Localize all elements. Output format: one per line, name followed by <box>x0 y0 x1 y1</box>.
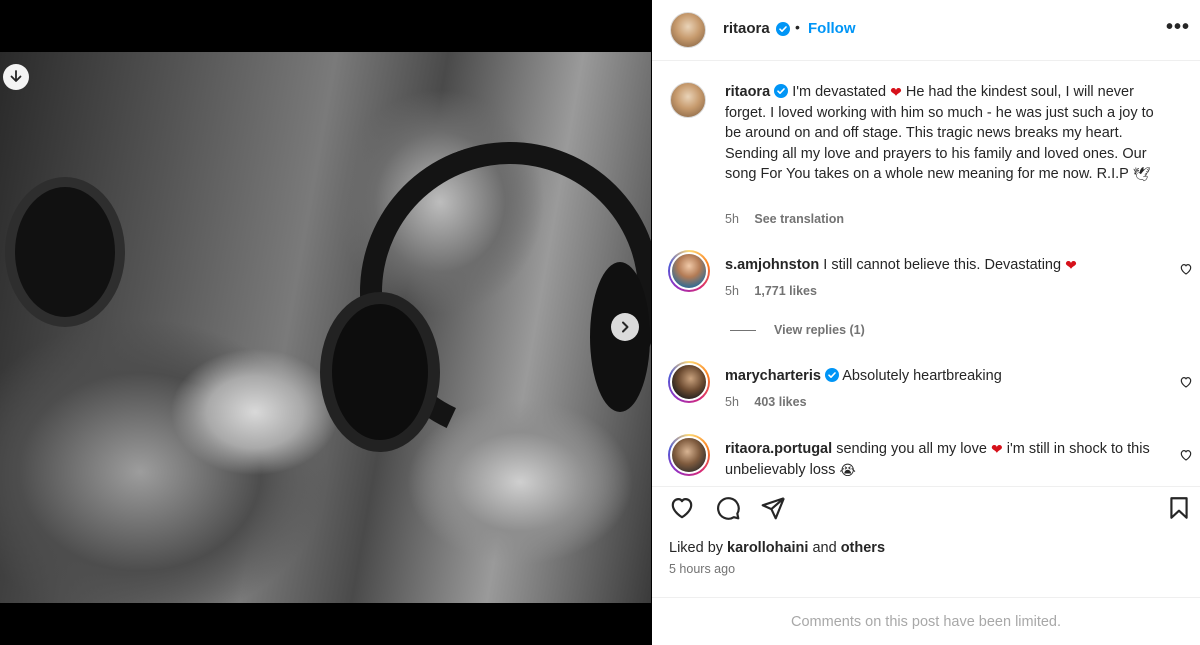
author-avatar[interactable] <box>670 12 706 48</box>
comment-likes[interactable]: 403 likes <box>754 395 806 409</box>
verified-icon <box>824 368 839 382</box>
commenter-username[interactable]: s.amjohnston <box>725 257 819 273</box>
post-header: ritaora • Follow ••• <box>652 0 1200 61</box>
headphones-left-shape <box>5 177 125 327</box>
comment-meta: 5h 1,771 likes <box>725 284 817 298</box>
verified-icon <box>774 84 789 98</box>
commenter-avatar[interactable] <box>668 361 710 403</box>
commenter-avatar[interactable] <box>668 434 710 476</box>
commenter-username[interactable]: ritaora.portugal <box>725 441 832 457</box>
author-username[interactable]: ritaora <box>723 20 770 37</box>
bookmark-icon[interactable] <box>1166 495 1192 521</box>
comment-likes[interactable]: 1,771 likes <box>754 284 817 298</box>
heart-icon[interactable] <box>1179 375 1193 389</box>
header-separator: • <box>795 19 800 35</box>
heart-icon[interactable] <box>1179 262 1193 276</box>
arrow-down-icon <box>10 70 22 82</box>
caption-text-part: He had the kindest soul, I will never fo… <box>725 84 1154 182</box>
comment-meta: 5h 403 likes <box>725 395 807 409</box>
liked-by-and: and <box>812 540 837 556</box>
red-heart-emoji: ❤ <box>990 441 1003 457</box>
more-options-button[interactable]: ••• <box>1166 16 1190 39</box>
liked-by-text: Liked by karollohaini and others <box>669 540 885 556</box>
replies-divider <box>730 329 756 331</box>
caption-meta: 5h See translation <box>725 212 844 226</box>
red-heart-emoji: ❤ <box>1065 257 1077 273</box>
comments-section[interactable]: ritaora I'm devastated ❤ He had the kind… <box>652 62 1200 480</box>
chevron-right-icon <box>622 321 629 333</box>
comment-text: ritaora.portugal sending you all my love… <box>725 439 1171 480</box>
comment-body: sending you all my love <box>836 441 987 457</box>
post-timestamp[interactable]: 5 hours ago <box>669 562 735 576</box>
commenter-username[interactable]: marycharteris <box>725 368 821 384</box>
post-media <box>0 0 652 645</box>
post-photo[interactable] <box>0 52 651 603</box>
verified-icon <box>776 22 790 36</box>
caption-username[interactable]: ritaora <box>725 84 770 100</box>
liked-by-others[interactable]: others <box>841 540 885 556</box>
dove-emoji: 🕊 <box>1132 166 1151 182</box>
see-translation-link[interactable]: See translation <box>754 212 844 226</box>
liked-by-prefix: Liked by <box>669 540 724 556</box>
view-replies-button[interactable]: View replies (1) <box>730 323 865 337</box>
post-panel: ritaora • Follow ••• ritaora I'm devasta… <box>652 0 1200 645</box>
comment-time: 5h <box>725 284 739 298</box>
headphones-mid-shape <box>320 292 440 452</box>
liked-by-username[interactable]: karollohaini <box>727 540 808 556</box>
comment-text: s.amjohnston I still cannot believe this… <box>725 255 1171 276</box>
red-heart-emoji: ❤ <box>890 84 902 100</box>
follow-button[interactable]: Follow <box>808 20 856 37</box>
crying-face-emoji: 😭 <box>839 461 856 478</box>
share-icon[interactable] <box>760 495 786 521</box>
heart-icon[interactable] <box>669 495 695 521</box>
comment-text: marycharteris Absolutely heartbreaking <box>725 366 1171 387</box>
carousel-next-button[interactable] <box>611 313 639 341</box>
caption-time: 5h <box>725 212 739 226</box>
comment-time: 5h <box>725 395 739 409</box>
comments-limited-notice: Comments on this post have been limited. <box>652 597 1200 645</box>
comment-icon[interactable] <box>715 495 741 521</box>
post-actions-bar <box>652 486 1200 526</box>
download-button[interactable] <box>3 64 29 90</box>
caption-text-part: I'm devastated <box>792 84 887 100</box>
comment-body: I still cannot believe this. Devastating <box>823 257 1062 273</box>
caption-avatar[interactable] <box>670 82 706 118</box>
caption-text: ritaora I'm devastated ❤ He had the kind… <box>725 82 1171 185</box>
comment-body: Absolutely heartbreaking <box>842 368 1002 384</box>
view-replies-label: View replies (1) <box>774 323 865 337</box>
commenter-avatar[interactable] <box>668 250 710 292</box>
heart-icon[interactable] <box>1179 448 1193 462</box>
